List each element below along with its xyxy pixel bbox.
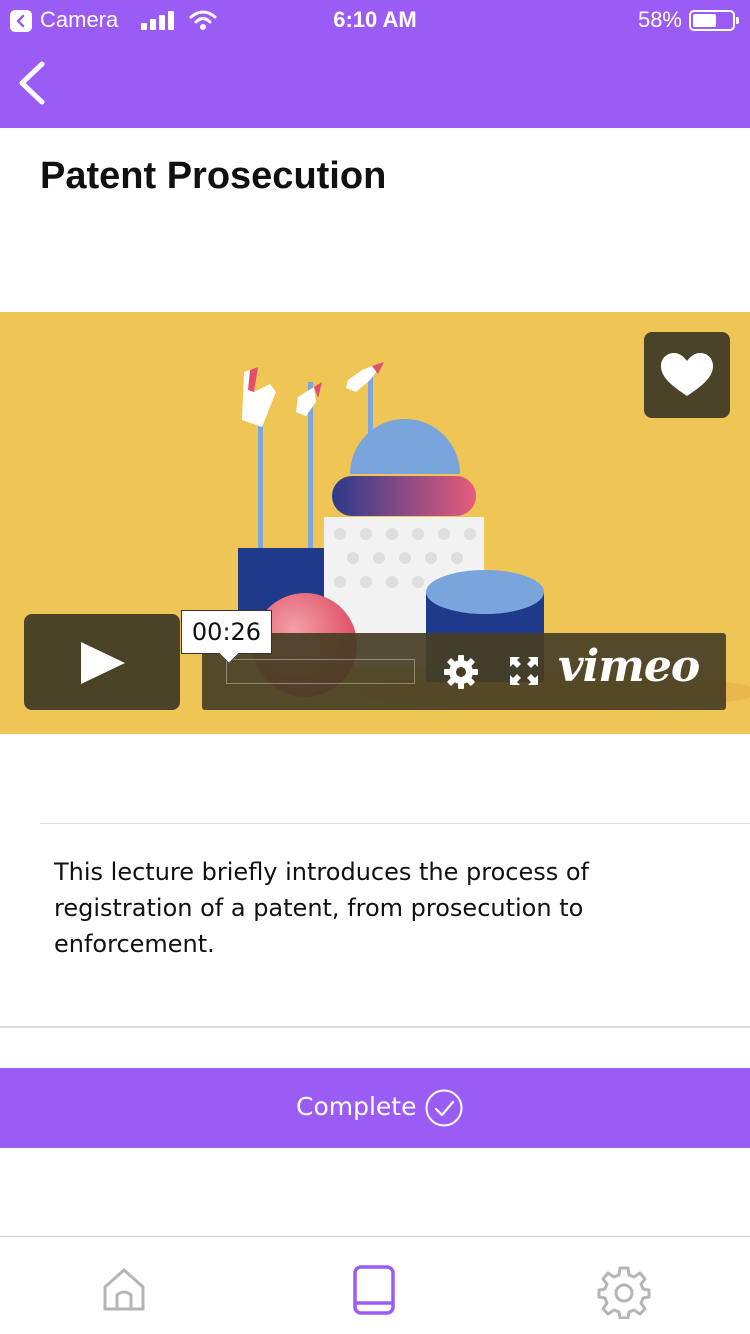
app-header: Camera 6:10 AM 58% (0, 0, 750, 128)
lecture-description: This lecture briefly introduces the proc… (54, 858, 589, 958)
complete-button[interactable]: Complete (0, 1068, 750, 1148)
tab-settings[interactable] (597, 1265, 651, 1324)
battery-icon (689, 10, 739, 31)
video-player[interactable]: vimeo 00:26 (0, 312, 750, 734)
page-title: Patent Prosecution (40, 155, 387, 197)
divider (40, 823, 750, 824)
like-button[interactable] (644, 332, 730, 418)
settings-icon[interactable] (442, 653, 480, 691)
battery-percentage: 58% (637, 7, 682, 32)
tab-home[interactable] (100, 1265, 148, 1318)
check-circle-icon (425, 1089, 463, 1127)
current-time: 00:26 (191, 618, 262, 646)
play-icon (81, 642, 125, 684)
vimeo-logo[interactable]: vimeo (558, 641, 700, 692)
time-tooltip: 00:26 (181, 610, 272, 664)
home-icon (103, 1268, 145, 1311)
video-controls-bar: vimeo (202, 633, 726, 710)
chevron-left-icon (19, 61, 45, 105)
back-button[interactable] (12, 58, 56, 108)
gear-icon (597, 1266, 651, 1320)
tab-bar (0, 1236, 750, 1334)
progress-bar[interactable] (226, 659, 415, 684)
complete-label: Complete (296, 1092, 417, 1121)
status-bar: Camera 6:10 AM 58% (0, 0, 750, 40)
book-icon (353, 1265, 395, 1315)
heart-icon (661, 353, 713, 396)
tab-library[interactable] (352, 1265, 396, 1320)
fullscreen-icon[interactable] (508, 655, 540, 687)
play-button[interactable] (24, 614, 180, 710)
divider (0, 1026, 750, 1028)
